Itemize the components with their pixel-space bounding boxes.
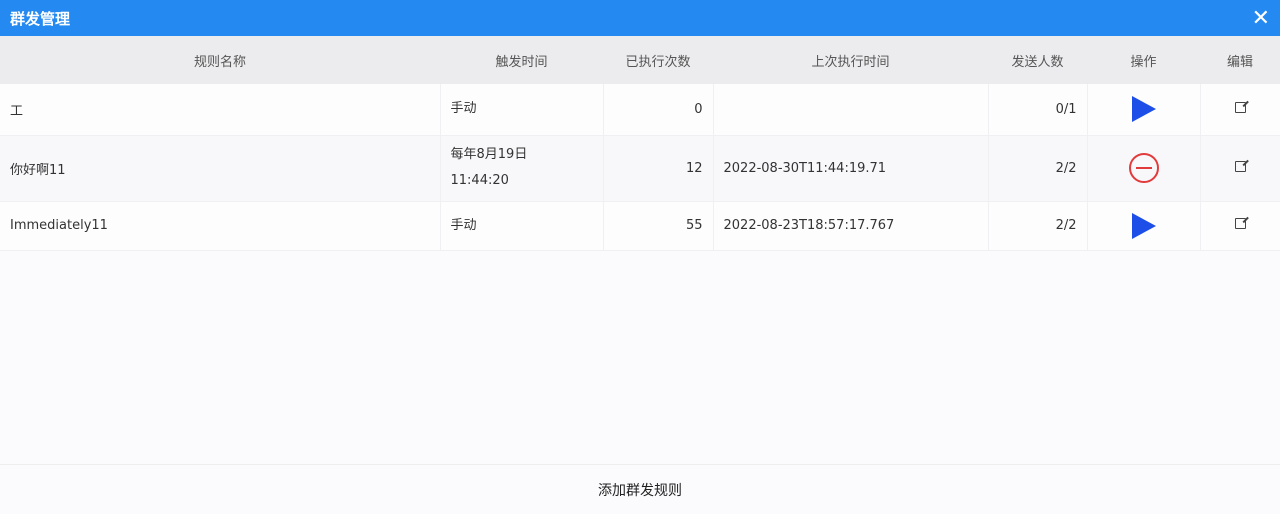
rule-name: 你好啊11	[0, 135, 441, 202]
trigger-time: 手动	[440, 201, 604, 251]
header-trigger: 触发时间	[440, 36, 603, 84]
last-run: 2022-08-30T11:44:19.71	[713, 135, 989, 202]
trigger-text: 手动	[450, 217, 477, 233]
add-rule-button[interactable]: 添加群发规则	[0, 464, 1280, 514]
table-row: Immediately11 手动 55 2022-08-23T18:57:17.…	[0, 201, 1280, 251]
senders: 0/1	[988, 84, 1088, 136]
stop-icon[interactable]	[1128, 153, 1159, 183]
table-row: 工 手动 0 0/1	[0, 84, 1280, 136]
last-run: 2022-08-23T18:57:17.767	[713, 201, 989, 251]
title-bar: 群发管理 ✕	[0, 0, 1280, 36]
edit-icon[interactable]	[1234, 101, 1246, 113]
play-icon[interactable]	[1131, 96, 1156, 123]
header-last-run: 上次执行时间	[713, 36, 988, 84]
trigger-text: 每年8月19日	[450, 147, 528, 162]
rules-table: 规则名称 触发时间 已执行次数 上次执行时间 发送人数 操作 编辑 工 手动 0…	[0, 36, 1280, 251]
table-header: 规则名称 触发时间 已执行次数 上次执行时间 发送人数 操作 编辑	[0, 36, 1280, 84]
window-title: 群发管理	[10, 9, 71, 28]
play-icon[interactable]	[1131, 212, 1156, 239]
add-rule-label: 添加群发规则	[598, 482, 682, 499]
header-edit: 编辑	[1200, 36, 1280, 84]
table-row: 你好啊11 每年8月19日 11:44:20 12 2022-08-30T11:4…	[0, 135, 1280, 202]
edit-icon[interactable]	[1234, 218, 1246, 229]
trigger-text: 手动	[450, 101, 477, 117]
header-name: 规则名称	[0, 36, 440, 84]
rule-name: Immediately11	[0, 201, 441, 251]
header-action: 操作	[1087, 36, 1200, 84]
close-icon[interactable]: ✕	[1252, 6, 1270, 31]
header-senders: 发送人数	[988, 36, 1087, 84]
edit-icon[interactable]	[1234, 160, 1246, 172]
senders: 2/2	[988, 201, 1088, 251]
header-count: 已执行次数	[603, 36, 713, 84]
exec-count: 12	[603, 135, 714, 202]
senders: 2/2	[988, 135, 1088, 202]
trigger-time-text: 11:44:20	[450, 173, 509, 188]
exec-count: 0	[603, 84, 714, 136]
trigger-time: 手动	[440, 84, 604, 136]
last-run	[713, 84, 989, 136]
exec-count: 55	[603, 201, 714, 251]
trigger-time: 每年8月19日 11:44:20	[440, 135, 604, 202]
rule-name: 工	[0, 84, 441, 136]
